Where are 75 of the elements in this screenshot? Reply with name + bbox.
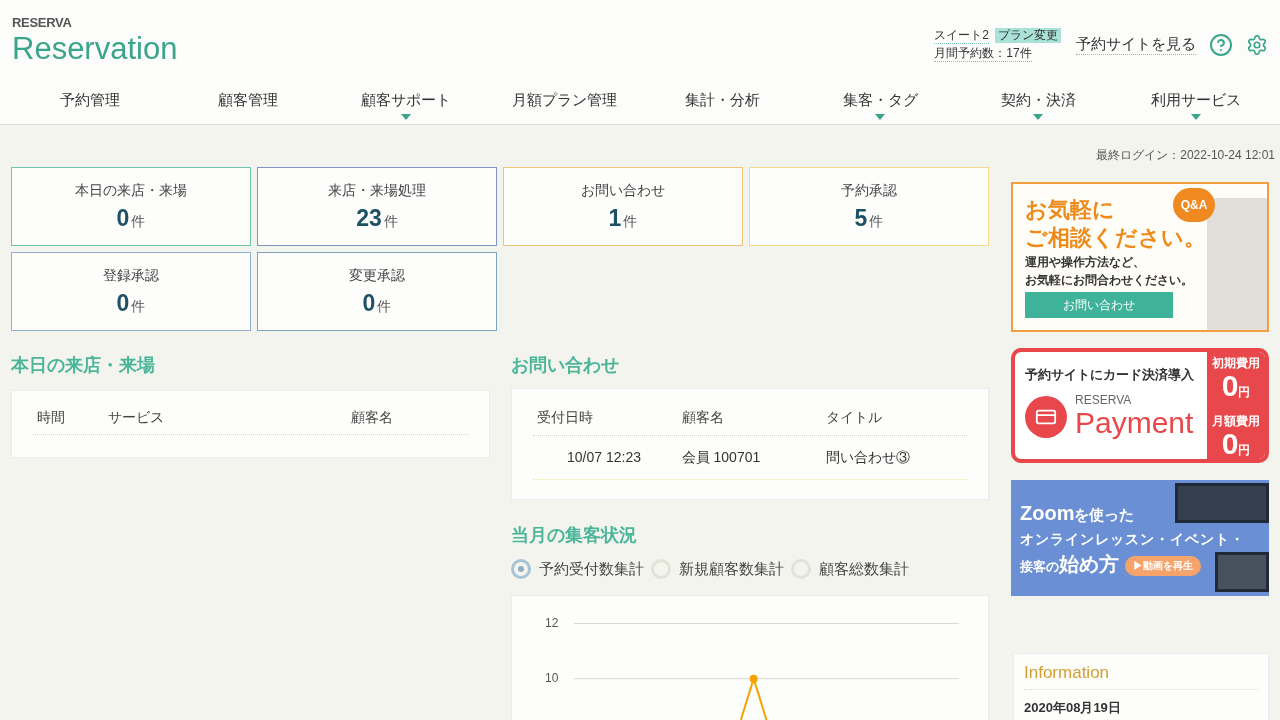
card-count: 5件 <box>854 204 884 233</box>
section-heading: 当月の集客状況 <box>511 525 637 545</box>
summary-card[interactable]: 本日の来店・来場 0件 <box>11 167 251 246</box>
card-title: お問い合わせ <box>581 181 665 200</box>
column-header: 顧客名 <box>350 408 394 427</box>
card-title: 予約承認 <box>841 181 897 200</box>
plan-change-button[interactable]: プラン変更 <box>995 28 1061 43</box>
banner-subtitle: オンラインレッスン・イベント・ <box>1020 530 1245 549</box>
table-cell-text: 問い合わせ③ <box>825 448 912 467</box>
nav-menu-item[interactable]: 集客・タグ <box>801 85 959 124</box>
payment-logo: Payment <box>1075 407 1194 439</box>
radio-option[interactable]: 顧客総数集計 <box>791 559 909 579</box>
radio-icon <box>791 559 811 579</box>
brand-label: RESERVA <box>1075 394 1133 407</box>
radio-option[interactable]: 新規顧客数集計 <box>651 559 784 579</box>
section-heading: お問い合わせ <box>511 355 619 375</box>
banner-headline: ご相談ください。 <box>1025 224 1206 252</box>
fee-amount: 0円 <box>1221 428 1251 459</box>
last-login-text: 最終ログイン：2022-10-24 12:01 <box>1096 148 1275 162</box>
nav-menu-item[interactable]: 予約管理 <box>11 85 169 124</box>
table-cell-text: 会員 100701 <box>680 448 762 467</box>
column-header: 受付日時 <box>536 408 594 427</box>
information-heading: Information <box>1024 662 1110 684</box>
nav-menu-item[interactable]: 顧客サポート <box>327 85 485 124</box>
column-header: タイトル <box>825 408 884 427</box>
banner-body-text: 運用や操作方法など、 お気軽にお問合わせください。 <box>1025 254 1193 289</box>
nav-menu-item[interactable]: 集計・分析 <box>643 85 801 124</box>
axis-tick-label: 10 <box>545 670 559 685</box>
banner-title: Zoomを使った <box>1020 501 1135 526</box>
column-header: サービス <box>107 408 165 427</box>
card-count: 1件 <box>608 204 638 233</box>
news-date: 2020年08月19日 <box>1024 700 1121 716</box>
radio-icon <box>511 559 531 579</box>
plan-name: スイート2 <box>934 27 989 44</box>
banner-headline: お気軽に <box>1025 196 1115 224</box>
booking-site-link[interactable]: 予約サイトを見る <box>1076 34 1196 55</box>
qa-badge: Q&A <box>1173 188 1215 222</box>
credit-card-icon <box>1025 395 1067 438</box>
summary-card[interactable]: 来店・来場処理 23 件 <box>257 167 497 246</box>
summary-card[interactable]: 登録承認 0件 <box>11 252 251 331</box>
card-title: 登録承認 <box>103 266 159 285</box>
axis-tick-label: 12 <box>545 615 559 630</box>
radio-icon <box>651 559 671 579</box>
card-count: 0件 <box>116 289 146 318</box>
settings-icon[interactable] <box>1246 33 1268 56</box>
summary-card[interactable]: 予約承認 5件 <box>749 167 989 246</box>
section-heading: 本日の来店・来場 <box>11 355 155 375</box>
help-icon[interactable] <box>1209 32 1233 57</box>
card-count: 23 件 <box>356 204 398 233</box>
column-header: 時間 <box>36 408 66 427</box>
summary-card[interactable]: 変更承認 0件 <box>257 252 497 331</box>
card-count: 0件 <box>116 204 146 233</box>
card-title: 来店・来場処理 <box>328 181 426 200</box>
banner-tagline: 予約サイトにカード決済導入 <box>1025 366 1194 384</box>
monthly-booking-count: 月間予約数：17件 <box>934 45 1032 62</box>
fee-amount: 0円 <box>1221 370 1251 404</box>
consult-banner[interactable]: お気軽に Q&A ご相談ください。 運用や操作方法など、 お気軽にお問合わせください。 お問い合わせ <box>1011 182 1269 332</box>
video-thumbnail <box>1215 552 1269 592</box>
radio-option[interactable]: 予約受付数集計 <box>511 559 644 579</box>
data-point <box>749 674 758 683</box>
fee-label: 初期費用 <box>1212 356 1260 370</box>
nav-menu-item[interactable]: 顧客管理 <box>169 85 327 124</box>
fee-label: 月額費用 <box>1212 414 1260 428</box>
logo-title: Reservation <box>12 32 178 66</box>
logo-brand: RESERVA <box>12 16 72 30</box>
nav-menu-item[interactable]: 月額プラン管理 <box>485 85 643 124</box>
nav-menu-item[interactable]: 契約・決済 <box>959 85 1117 124</box>
nav-menu-item[interactable]: 利用サービス <box>1117 85 1275 124</box>
banner-closing-text: 接客の始め方 <box>1020 552 1119 577</box>
card-count: 0件 <box>362 289 392 318</box>
card-title: 変更承認 <box>349 266 405 285</box>
summary-card[interactable]: お問い合わせ 1件 <box>503 167 743 246</box>
column-header: 顧客名 <box>680 408 725 427</box>
card-title: 本日の来店・来場 <box>75 181 187 200</box>
table-cell-text: 10/07 12:23 <box>566 448 642 467</box>
